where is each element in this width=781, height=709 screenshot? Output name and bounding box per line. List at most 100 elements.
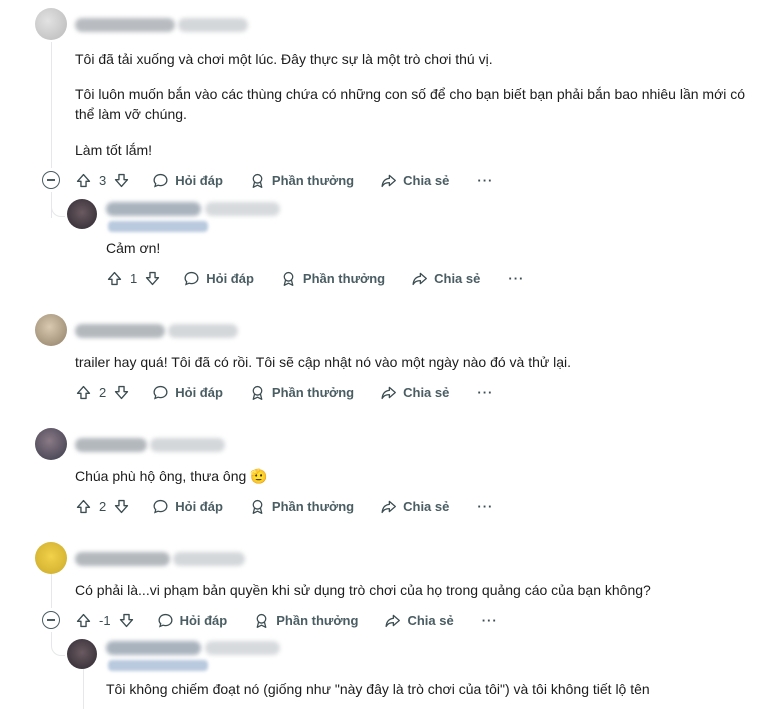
reply-label: Hỏi đáp [175, 384, 223, 400]
thread-branch [51, 203, 65, 217]
reply-button[interactable]: Hỏi đáp [183, 270, 254, 287]
reply-label: Hỏi đáp [175, 172, 223, 188]
upvote-icon[interactable] [106, 270, 123, 287]
user-flair-redacted [108, 221, 208, 232]
avatar[interactable] [35, 428, 67, 460]
award-button[interactable]: Phần thưởng [280, 270, 385, 287]
share-icon [381, 386, 397, 399]
reply-button[interactable]: Hỏi đáp [157, 612, 228, 629]
award-icon [256, 613, 267, 628]
comment-actions: 3 Hỏi đáp Phần thưởng Chia sẻ ··· [75, 169, 493, 191]
share-label: Chia sẻ [407, 612, 454, 628]
avatar[interactable] [35, 8, 67, 40]
avatar[interactable] [35, 542, 67, 574]
share-icon [385, 614, 401, 627]
comment-text: trailer hay quá! Tôi đã có rồi. Tôi sẽ c… [75, 354, 572, 370]
award-icon [252, 385, 263, 400]
award-button[interactable]: Phần thưởng [249, 498, 354, 515]
reply-button[interactable]: Hỏi đáp [152, 172, 223, 189]
comment-text: Tôi không chiếm đoạt nó (giống như "này … [106, 681, 650, 697]
award-icon [283, 271, 294, 286]
share-icon [412, 272, 428, 285]
award-label: Phần thưởng [271, 172, 355, 188]
reply-button[interactable]: Hỏi đáp [152, 384, 223, 401]
comment-actions: -1 Hỏi đáp Phần thưởng Chia sẻ ··· [75, 609, 498, 631]
vote-control: 1 [106, 270, 161, 287]
vote-control: 3 [75, 172, 130, 189]
reply-label: Hỏi đáp [175, 498, 223, 514]
timestamp-redacted [205, 641, 280, 655]
more-options-button[interactable]: ··· [477, 499, 493, 514]
award-button[interactable]: Phần thưởng [249, 384, 354, 401]
author-name-redacted[interactable] [106, 641, 201, 655]
author-name-redacted[interactable] [75, 324, 165, 338]
timestamp-redacted [150, 438, 225, 452]
award-icon [252, 173, 263, 188]
vote-count: 2 [99, 498, 107, 514]
comment-text: Có phải là...vi phạm bản quyền khi sử dụ… [75, 582, 651, 598]
comment-text: thể làm vỡ chúng. [75, 106, 187, 122]
comment-text: Tôi đã tải xuống và chơi một lúc. Đây th… [75, 51, 493, 67]
comment-text: Làm tốt lắm! [75, 142, 153, 158]
comment-icon [153, 499, 168, 514]
thread-line [83, 668, 84, 709]
author-name-redacted[interactable] [75, 18, 175, 32]
comment-text: Tôi luôn muốn bắn vào các thùng chứa có … [75, 86, 746, 102]
vote-control: 2 [75, 384, 130, 401]
downvote-icon[interactable] [113, 172, 130, 189]
author-name-redacted[interactable] [106, 202, 201, 216]
avatar[interactable] [67, 199, 97, 229]
vote-count: -1 [99, 612, 111, 628]
share-button[interactable]: Chia sẻ [384, 612, 454, 629]
author-name-redacted[interactable] [75, 552, 170, 566]
timestamp-redacted [178, 18, 248, 32]
upvote-icon[interactable] [75, 612, 92, 629]
comment-icon [153, 385, 168, 400]
thread-line [51, 570, 52, 608]
collapse-thread-button[interactable] [42, 171, 60, 189]
award-label: Phần thưởng [271, 498, 355, 514]
award-button[interactable]: Phần thưởng [253, 612, 358, 629]
reply-button[interactable]: Hỏi đáp [152, 498, 223, 515]
downvote-icon[interactable] [113, 498, 130, 515]
downvote-icon[interactable] [144, 270, 161, 287]
more-options-button[interactable]: ··· [482, 613, 498, 628]
vote-count: 1 [130, 270, 138, 286]
upvote-icon[interactable] [75, 384, 92, 401]
share-button[interactable]: Chia sẻ [380, 498, 449, 515]
downvote-icon[interactable] [113, 384, 130, 401]
share-button[interactable]: Chia sẻ [380, 172, 449, 189]
user-flair-redacted [108, 660, 208, 671]
comment-actions: 2 Hỏi đáp Phần thưởng Chia sẻ ··· [75, 495, 493, 517]
vote-count: 2 [99, 384, 107, 400]
share-icon [381, 500, 397, 513]
award-label: Phần thưởng [276, 612, 359, 628]
vote-count: 3 [99, 172, 107, 188]
comment-text: Chúa phù hộ ông, thưa ông 🫡 [75, 468, 268, 484]
thread-line [51, 42, 52, 168]
avatar[interactable] [35, 314, 67, 346]
vote-control: -1 [75, 612, 135, 629]
reply-label: Hỏi đáp [179, 612, 228, 628]
more-options-button[interactable]: ··· [477, 385, 493, 400]
avatar[interactable] [67, 639, 97, 669]
upvote-icon[interactable] [75, 172, 92, 189]
more-options-button[interactable]: ··· [508, 271, 524, 286]
comment-actions: 1 Hỏi đáp Phần thưởng Chia sẻ ··· [106, 267, 524, 289]
award-label: Phần thưởng [302, 270, 386, 286]
collapse-thread-button[interactable] [42, 611, 60, 629]
award-button[interactable]: Phần thưởng [249, 172, 354, 189]
downvote-icon[interactable] [118, 612, 135, 629]
award-icon [252, 499, 263, 514]
more-options-button[interactable]: ··· [477, 173, 493, 188]
comment-actions: 2 Hỏi đáp Phần thưởng Chia sẻ ··· [75, 381, 493, 403]
timestamp-redacted [173, 552, 245, 566]
author-name-redacted[interactable] [75, 438, 147, 452]
share-button[interactable]: Chia sẻ [380, 384, 449, 401]
share-button[interactable]: Chia sẻ [411, 270, 480, 287]
upvote-icon[interactable] [75, 498, 92, 515]
share-icon [381, 174, 397, 187]
thread-branch [51, 642, 65, 656]
timestamp-redacted [205, 202, 280, 216]
comment-text: Cảm ơn! [106, 240, 161, 256]
